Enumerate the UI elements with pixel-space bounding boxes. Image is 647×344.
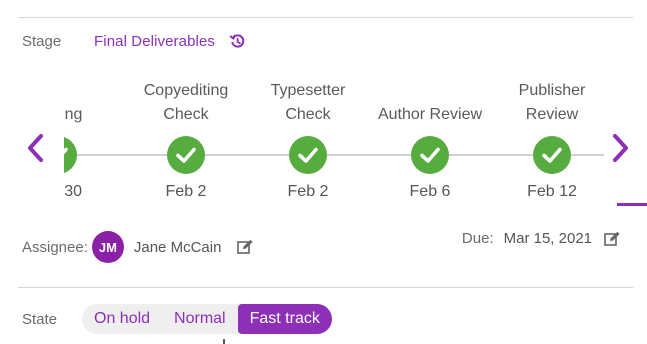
stage-value-link[interactable]: Final Deliverables (94, 33, 215, 50)
state-row: State On hold Normal Fast track (22, 304, 332, 334)
state-label: State (22, 310, 58, 328)
due-label: Due: (461, 230, 494, 247)
state-option-normal[interactable]: Normal (162, 304, 238, 334)
stage-label: Stage (22, 33, 62, 50)
state-option-fast-track[interactable]: Fast track (237, 304, 332, 334)
timeline-step-date: Feb 2 (287, 183, 329, 200)
scroll-indicator (617, 203, 647, 206)
timeline-step-title: Author Review (377, 106, 483, 123)
check-circle-icon (533, 136, 571, 174)
due-date: Mar 15, 2021 (503, 230, 592, 247)
bottom-mark (223, 339, 225, 344)
timeline-next-button[interactable] (606, 126, 636, 170)
timeline-prev-button[interactable] (20, 126, 50, 170)
chevron-right-icon (613, 134, 628, 162)
timeline-step[interactable]: Author Review Feb 6 (370, 75, 490, 201)
timeline-step-title: Publisher Review (518, 82, 586, 123)
timeline-step[interactable]: Copyediting Check Feb 2 (126, 75, 246, 201)
due-row: Due: Mar 15, 2021 (462, 230, 621, 247)
middle-divider (18, 287, 633, 288)
history-icon[interactable] (229, 33, 246, 50)
timeline-step-date: Feb 12 (527, 183, 577, 200)
check-circle-icon (64, 136, 77, 174)
assignee-row: Assignee: JM Jane McCain (22, 231, 254, 263)
timeline-step-date: Feb 6 (409, 183, 451, 200)
check-circle-icon (289, 136, 327, 174)
timeline-step-title: Editing (64, 106, 83, 123)
edit-icon (604, 231, 620, 246)
timeline-step-title: Typesetter Check (270, 82, 346, 123)
chevron-left-icon (28, 134, 43, 162)
timeline-step[interactable]: Editing Jan 30 (64, 75, 118, 201)
timeline-step-date: Jan 30 (64, 183, 83, 200)
timeline-step[interactable]: Publisher Review Feb 12 (492, 75, 604, 201)
state-segmented-control: On hold Normal Fast track (82, 304, 332, 334)
check-circle-icon (167, 136, 205, 174)
timeline: EditingJan 30Copyediting CheckFeb 2Types… (64, 75, 604, 215)
assignee-name: Jane McCain (133, 238, 222, 256)
top-divider (18, 17, 633, 18)
timeline-step[interactable]: Typesetter Check Feb 2 (248, 75, 368, 201)
state-option-on-hold[interactable]: On hold (82, 304, 162, 334)
edit-icon (237, 239, 254, 254)
edit-due-date-button[interactable] (604, 231, 621, 247)
check-circle-icon (411, 136, 449, 174)
edit-assignee-button[interactable] (237, 239, 254, 255)
timeline-step-date: Feb 2 (165, 183, 207, 200)
assignee-label: Assignee: (22, 238, 88, 256)
avatar[interactable]: JM (91, 231, 124, 263)
timeline-step-title: Copyediting Check (143, 82, 229, 123)
stage-row: Stage Final Deliverables (22, 33, 246, 50)
